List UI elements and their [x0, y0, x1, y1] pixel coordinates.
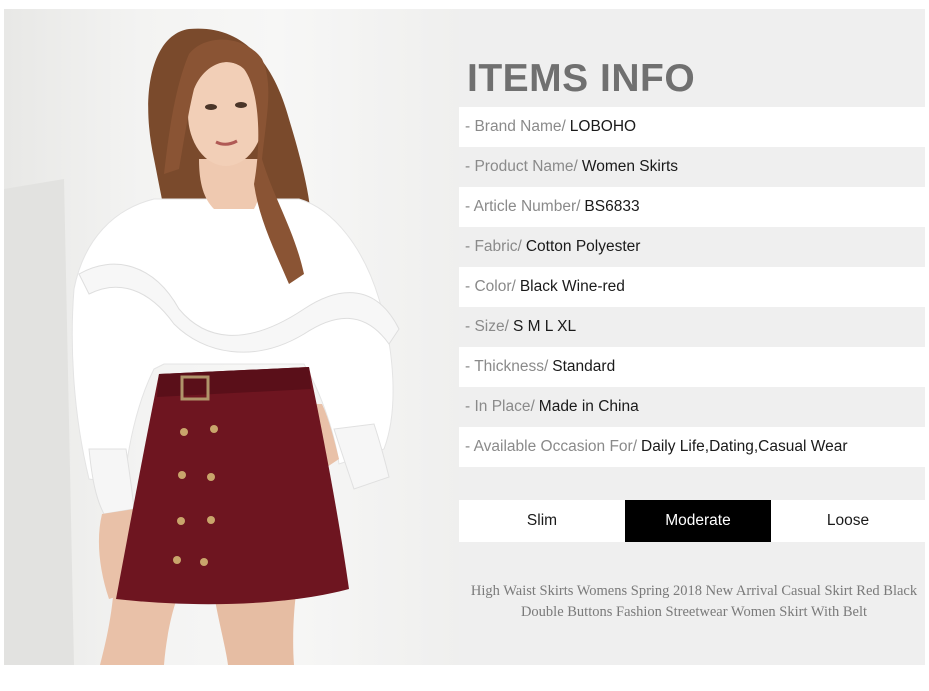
spec-value: LOBOHO: [569, 118, 637, 135]
spec-label: - In Place/: [465, 398, 535, 415]
spec-value: Cotton Polyester: [525, 238, 641, 255]
fit-selector: Slim Moderate Loose: [459, 500, 925, 542]
fit-option-moderate[interactable]: Moderate: [625, 500, 771, 542]
spec-value: BS6833: [584, 198, 640, 215]
spec-label: - Color/: [465, 278, 516, 295]
spec-value: Women Skirts: [581, 158, 679, 175]
spec-label: - Brand Name/: [465, 118, 566, 135]
spec-row-color: - Color/ Black Wine-red: [459, 267, 925, 307]
product-info-card: ITEMS INFO - Brand Name/ LOBOHO - Produc…: [4, 9, 925, 665]
spec-label: - Available Occasion For/: [465, 438, 638, 455]
items-info-title: ITEMS INFO: [467, 57, 696, 100]
spec-label: - Fabric/: [465, 238, 522, 255]
spec-row-product-name: - Product Name/ Women Skirts: [459, 147, 925, 187]
spec-row-brand: - Brand Name/ LOBOHO: [459, 107, 925, 147]
fit-option-slim[interactable]: Slim: [459, 500, 625, 542]
fit-option-loose[interactable]: Loose: [771, 500, 925, 542]
items-info-panel: ITEMS INFO - Brand Name/ LOBOHO - Produc…: [459, 9, 925, 665]
spec-label: - Product Name/: [465, 158, 578, 175]
spec-row-article-number: - Article Number/ BS6833: [459, 187, 925, 227]
spec-value: Black Wine-red: [519, 278, 625, 295]
spec-label: - Thickness/: [465, 358, 549, 375]
product-description: High Waist Skirts Womens Spring 2018 New…: [470, 583, 918, 620]
spec-row-thickness: - Thickness/ Standard: [459, 347, 925, 387]
spec-label: - Article Number/: [465, 198, 581, 215]
spec-row-in-place: - In Place/ Made in China: [459, 387, 925, 427]
spec-label: - Size/: [465, 318, 509, 335]
spec-value: Standard: [552, 358, 616, 375]
spec-value: Made in China: [538, 398, 639, 415]
spec-value: Daily Life,Dating,Casual Wear: [641, 438, 848, 455]
product-photo: [4, 9, 459, 665]
spec-list: - Brand Name/ LOBOHO - Product Name/ Wom…: [459, 107, 925, 467]
spec-value: S M L XL: [512, 318, 577, 335]
spec-row-size: - Size/ S M L XL: [459, 307, 925, 347]
model-illustration: [4, 28, 400, 665]
spec-row-occasion: - Available Occasion For/ Daily Life,Dat…: [459, 427, 925, 467]
spec-row-fabric: - Fabric/ Cotton Polyester: [459, 227, 925, 267]
